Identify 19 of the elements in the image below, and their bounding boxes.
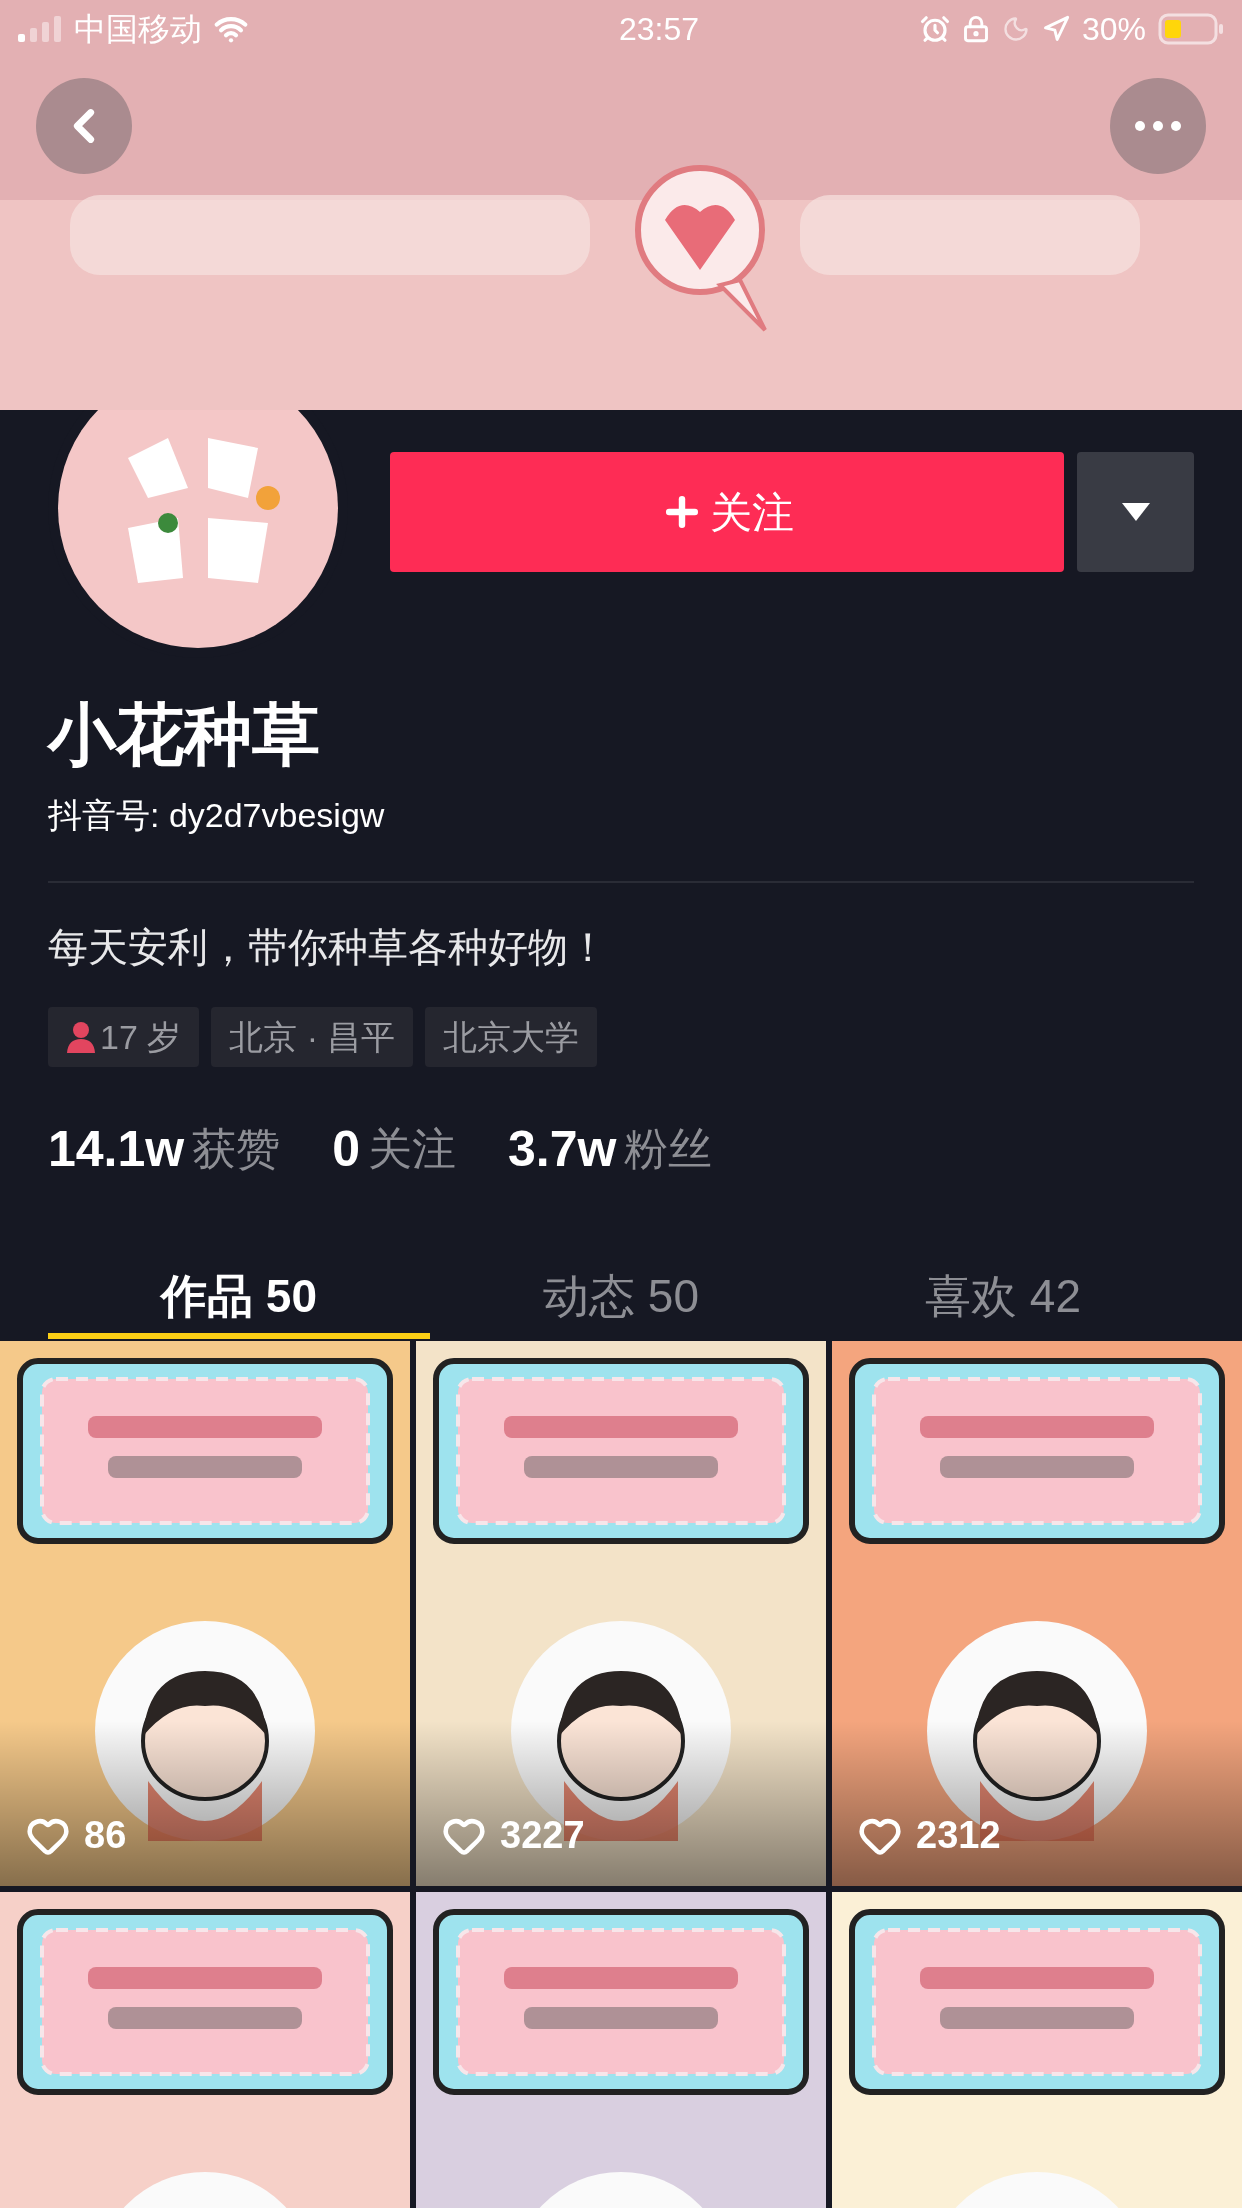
stat-label: 关注 [368,1123,457,1175]
profile-bio: 每天安利，带你种草各种好物！ [48,924,609,971]
profile-tag: 北京 · 昌平 [211,1007,414,1067]
like-count: 3227 [500,1813,585,1858]
profile-tab[interactable]: 动态 50 [430,1259,812,1339]
douyin-id: 抖音号: dy2d7vbesigw [48,795,386,836]
follow-button[interactable]: 关注 [390,452,1064,572]
stat-label: 粉丝 [624,1123,713,1175]
stat-value: 14.1w [48,1120,185,1179]
caret-icon [1121,503,1150,521]
profile-tag: 17 岁 [48,1007,200,1067]
stat-label: 获赞 [192,1123,281,1175]
stat-value: 0 [332,1120,361,1179]
profile-tag: 北京大学 [425,1007,598,1067]
like-count: 2312 [916,1813,1001,1858]
profile-name: 小花种草 [48,700,321,768]
stat-value: 3.7w [508,1120,617,1179]
profile-tab[interactable]: 喜欢 42 [812,1259,1194,1339]
like-count: 86 [84,1813,127,1858]
